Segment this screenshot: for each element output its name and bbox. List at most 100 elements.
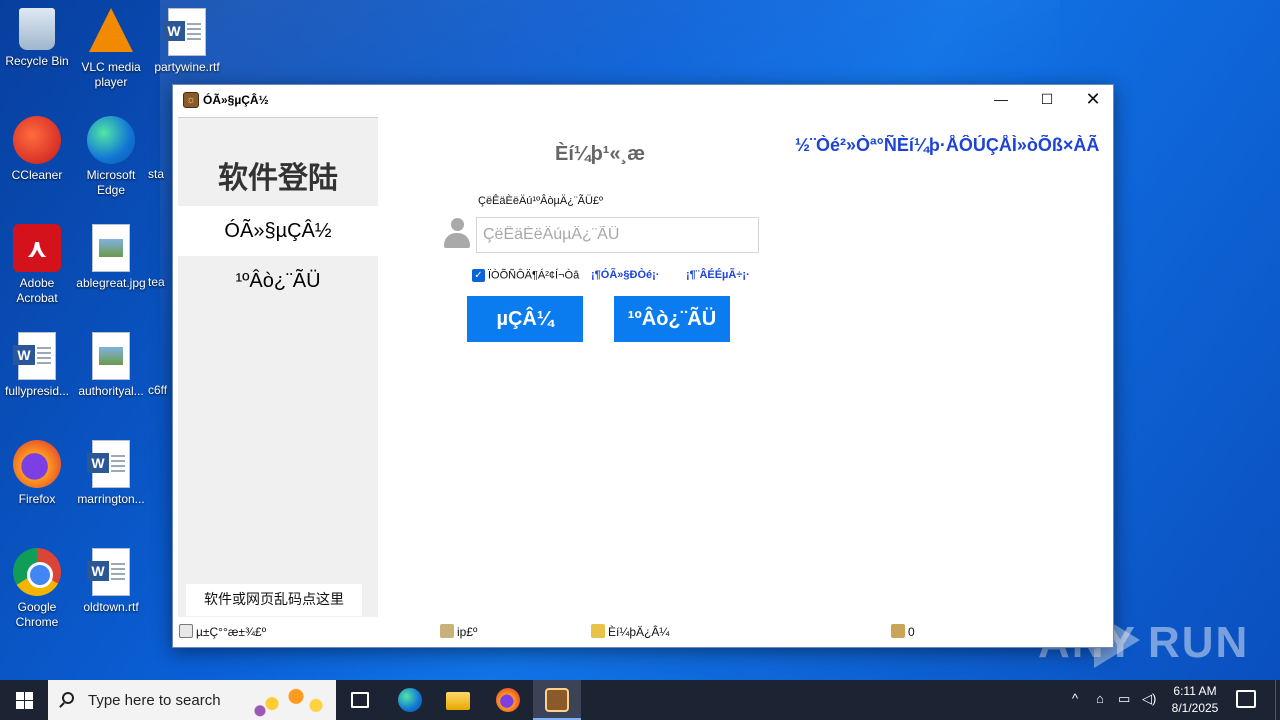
taskbar-login-app[interactable] xyxy=(533,680,581,720)
desktop-icon-label: Adobe Acrobat xyxy=(16,276,58,305)
users-icon xyxy=(891,624,905,638)
app-icon xyxy=(545,688,569,712)
recycle-bin-icon xyxy=(19,8,55,50)
task-view-button[interactable] xyxy=(336,680,384,720)
desktop-icon-firefox[interactable]: Firefox xyxy=(0,440,74,507)
firefox-icon xyxy=(496,688,520,712)
sidebar: 软件登陆 ÓÃ»§µÇÂ½ ¹ºÂò¿¨ÃÜ 软件或网页乱码点这里 xyxy=(178,117,378,617)
desktop-icon-label: marrington... xyxy=(77,492,145,506)
notification-center-icon[interactable] xyxy=(1236,690,1256,708)
start-button[interactable] xyxy=(0,680,48,720)
network-icon[interactable]: ▭ xyxy=(1118,691,1130,707)
desktop-icon-vlc[interactable]: VLC media player xyxy=(74,8,148,90)
search-icon xyxy=(62,692,74,704)
sidebar-heading: 软件登陆 xyxy=(218,161,338,196)
disclaimer-link[interactable]: ¡¶¨ÂÉÉµÃ÷¡· xyxy=(686,269,750,281)
status-bar: µ±Ç°°æ±¾£º ip£º Èí¼þÄ¿Â¼ 0 xyxy=(173,618,1113,646)
taskbar-file-explorer[interactable] xyxy=(434,680,482,720)
desktop-icon-authorityal[interactable]: authorityal... xyxy=(74,332,148,399)
sidebar-item-login[interactable]: ÓÃ»§µÇÂ½ xyxy=(178,206,378,256)
card-key-input[interactable] xyxy=(476,217,759,253)
edge-icon xyxy=(87,116,135,164)
word-doc-icon: W xyxy=(87,440,130,488)
desktop-icon-edge[interactable]: Microsoft Edge xyxy=(74,116,148,198)
agree-label: ÏÒÕÑÔÄ¶Á²¢Í¬Òâ xyxy=(488,269,580,282)
acrobat-icon: ⋏ xyxy=(13,224,61,272)
buy-card-button[interactable]: ¹ºÂò¿¨ÃÜ xyxy=(614,296,730,342)
folder-icon xyxy=(446,692,470,710)
user-icon xyxy=(443,218,471,250)
windows-logo-icon xyxy=(16,692,24,700)
edit-icon xyxy=(179,624,193,638)
window-titlebar[interactable]: ☼ ÓÃ»§µÇÂ½ — ☐ ✕ xyxy=(173,85,1113,115)
word-doc-icon: W xyxy=(87,548,130,596)
minimize-button[interactable]: — xyxy=(978,85,1024,115)
desktop-icon-label: c6ff xyxy=(148,383,168,397)
close-button[interactable]: ✕ xyxy=(1070,85,1116,115)
status-users: 0 xyxy=(891,624,915,639)
network-users-icon xyxy=(440,624,454,638)
status-folder: Èí¼þÄ¿Â¼ xyxy=(591,624,669,639)
desktop-icon-label: sta xyxy=(148,167,165,181)
desktop-icon-partywine[interactable]: W partywine.rtf xyxy=(150,8,224,75)
desktop-icon-oldtown[interactable]: W oldtown.rtf xyxy=(74,548,148,615)
desktop-icon-label: Firefox xyxy=(18,492,56,506)
encoding-help-button[interactable]: 软件或网页乱码点这里 xyxy=(186,584,362,616)
desktop-icon-marrington[interactable]: W marrington... xyxy=(74,440,148,507)
taskbar: Type here to search ^ ⌂ ▭ ◁) 6:11 AM 8/1… xyxy=(0,680,1280,720)
image-file-icon xyxy=(92,224,130,272)
checkbox-checked-icon[interactable]: ✓ xyxy=(472,269,485,282)
show-desktop-button[interactable] xyxy=(1275,680,1280,720)
chrome-icon xyxy=(13,548,61,596)
desktop-icon-ccleaner[interactable]: CCleaner xyxy=(0,116,74,183)
taskbar-search[interactable]: Type here to search xyxy=(48,680,336,720)
ccleaner-icon xyxy=(13,116,61,164)
status-folder-text: Èí¼þÄ¿Â¼ xyxy=(608,625,670,639)
window-title: ÓÃ»§µÇÂ½ xyxy=(203,93,269,107)
announcement-marquee: ½¨Òé²»Òª°ÑÈí¼þ·ÅÔÚÇÅÌ»òÕß×ÀÃæ xyxy=(795,135,1099,155)
status-version-text: µ±Ç°°æ±¾£º xyxy=(196,625,267,639)
maximize-button[interactable]: ☐ xyxy=(1024,85,1070,115)
network-drive-icon[interactable]: ⌂ xyxy=(1096,691,1104,706)
word-doc-icon: W xyxy=(163,8,206,56)
desktop-icon-label: VLC media player xyxy=(81,60,141,89)
desktop-icon-chrome[interactable]: Google Chrome xyxy=(0,548,74,630)
vlc-icon xyxy=(89,8,133,52)
search-placeholder: Type here to search xyxy=(88,692,221,709)
clock[interactable]: 6:11 AM 8/1/2025 xyxy=(1160,683,1230,717)
search-highlight-image xyxy=(248,682,328,718)
status-users-text: 0 xyxy=(908,625,915,639)
login-window: ☼ ÓÃ»§µÇÂ½ — ☐ ✕ 软件登陆 ÓÃ»§µÇÂ½ ¹ºÂò¿¨ÃÜ … xyxy=(172,84,1114,648)
sidebar-item-buy-card[interactable]: ¹ºÂò¿¨ÃÜ xyxy=(178,256,378,306)
desktop-icon-acrobat[interactable]: ⋏ Adobe Acrobat xyxy=(0,224,74,306)
desktop-icon-label: ablegreat.jpg xyxy=(76,276,146,290)
desktop-icon-label: oldtown.rtf xyxy=(83,600,139,614)
watermark-right: RUN xyxy=(1148,618,1250,667)
announcement-title: Èí¼þ¹«¸æ xyxy=(555,143,646,165)
desktop-icon-label: Google Chrome xyxy=(15,600,59,629)
image-file-icon xyxy=(92,332,130,380)
card-key-label: ÇëÊäÈëÄú¹ºÂòµÄ¿¨ÃÜ£º xyxy=(478,195,604,207)
app-icon: ☼ xyxy=(183,92,199,108)
clock-date: 8/1/2025 xyxy=(1171,701,1219,715)
desktop-icon-ablegreat[interactable]: ablegreat.jpg xyxy=(74,224,148,291)
agree-checkbox[interactable]: ✓ ÏÒÕÑÔÄ¶Á²¢Í¬Òâ xyxy=(472,269,579,282)
firefox-icon xyxy=(13,440,61,488)
status-ip: ip£º xyxy=(440,624,477,639)
desktop-icon-label: Recycle Bin xyxy=(5,54,69,68)
desktop-icon-fullypresid[interactable]: W fullypresid... xyxy=(0,332,74,399)
user-agreement-link[interactable]: ¡¶ÓÃ»§Ð­Òé¡· xyxy=(591,269,659,281)
desktop-icon-label: CCleaner xyxy=(11,168,63,182)
word-doc-icon: W xyxy=(13,332,56,380)
desktop-icon-recycle-bin[interactable]: Recycle Bin xyxy=(0,8,74,69)
login-button[interactable]: µÇÂ¼ xyxy=(467,296,583,342)
volume-icon[interactable]: ◁) xyxy=(1142,691,1156,707)
clock-time: 6:11 AM xyxy=(1173,684,1217,698)
show-hidden-icons-button[interactable]: ^ xyxy=(1072,691,1078,706)
taskbar-edge[interactable] xyxy=(386,680,434,720)
edge-icon xyxy=(398,688,422,712)
status-ip-text: ip£º xyxy=(457,625,478,639)
desktop-icon-label: fullypresid... xyxy=(4,384,70,398)
status-version: µ±Ç°°æ±¾£º xyxy=(179,624,266,639)
taskbar-firefox[interactable] xyxy=(484,680,532,720)
